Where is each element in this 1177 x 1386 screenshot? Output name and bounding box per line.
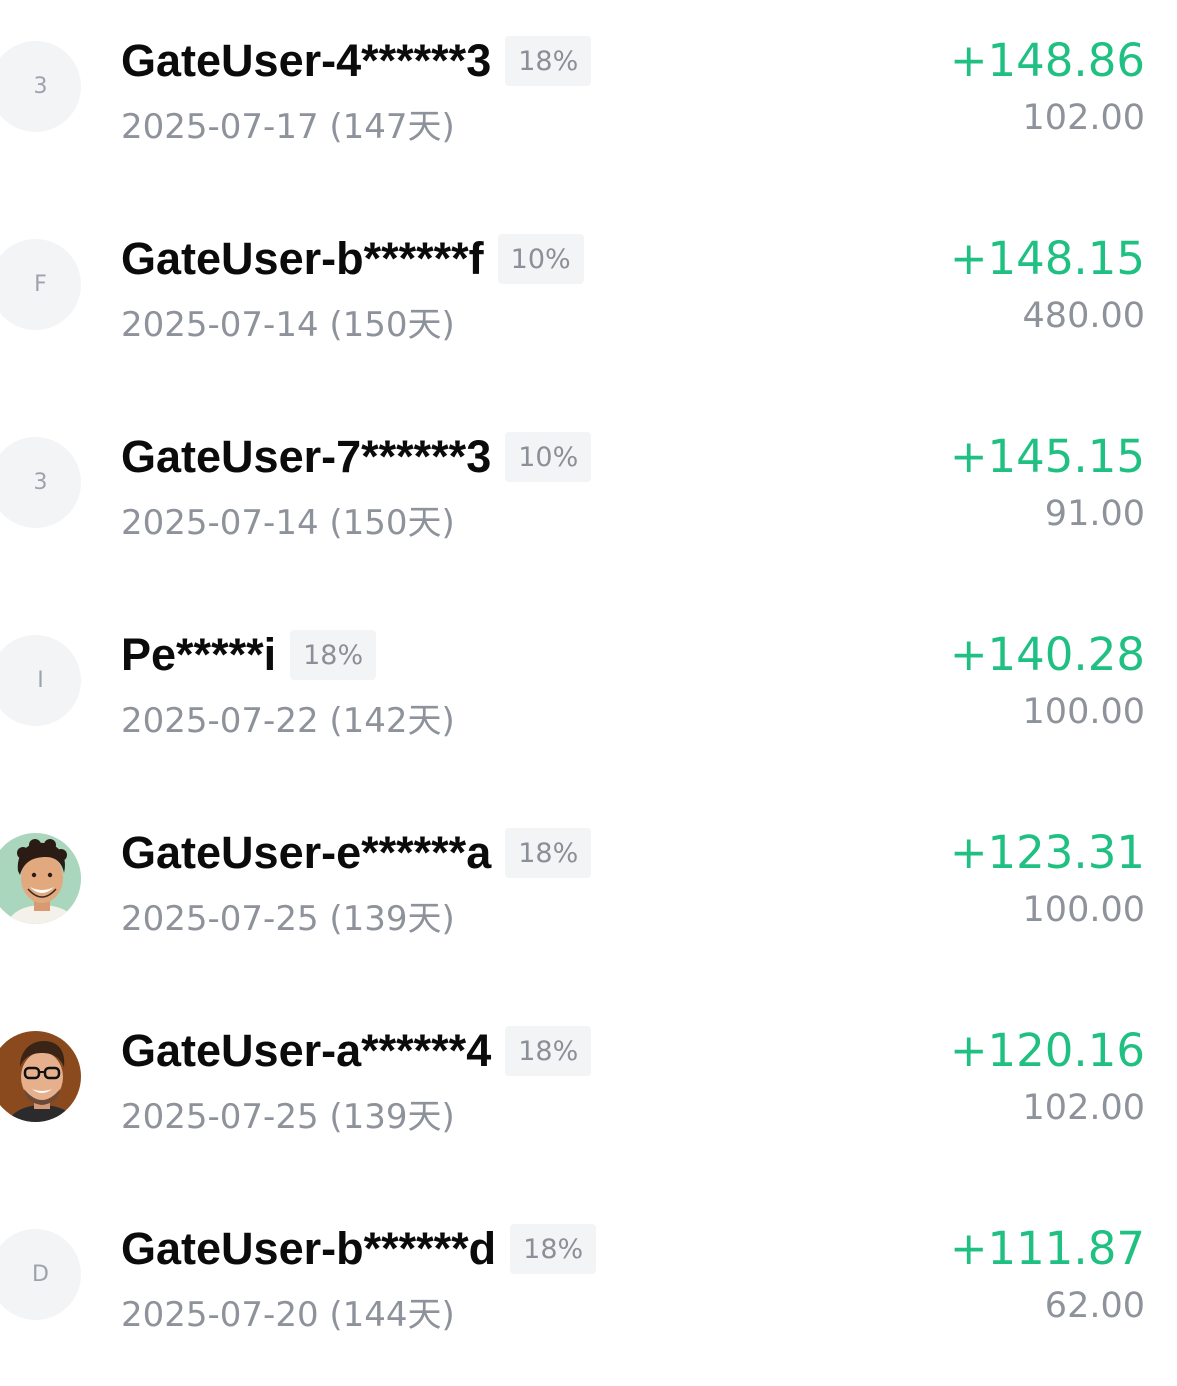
amount-value: 102.00 [1022, 98, 1145, 138]
user-name: GateUser-4******3 [121, 35, 492, 86]
list-item[interactable]: I Pe*****i 18% 2025-07-22 (142天) +140.28… [0, 594, 1177, 792]
follow-date: 2025-07-17 (147天) [121, 107, 455, 147]
name-line: Pe*****i 18% [121, 628, 377, 682]
user-name: GateUser-a******4 [121, 1025, 492, 1076]
name-line: GateUser-7******3 10% [121, 430, 592, 484]
percentage-badge: 18% [505, 36, 592, 86]
amount-value: 100.00 [1022, 890, 1145, 930]
smiling-man-glasses-avatar-icon [0, 1031, 81, 1122]
user-name: GateUser-b******d [121, 1223, 497, 1274]
amount-value: 62.00 [1044, 1286, 1145, 1326]
name-line: GateUser-4******3 18% [121, 34, 592, 88]
profit-value: +111.87 [949, 1222, 1145, 1275]
avatar-letter: F [34, 272, 47, 297]
profit-value: +120.16 [949, 1024, 1145, 1077]
percentage-badge: 18% [505, 1026, 592, 1076]
profit-value: +148.86 [949, 34, 1145, 87]
follow-date: 2025-07-25 (139天) [121, 899, 455, 939]
avatar: F [0, 239, 81, 330]
name-line: GateUser-e******a 18% [121, 826, 592, 880]
profit-value: +123.31 [949, 826, 1145, 879]
avatar-letter: D [32, 1262, 49, 1287]
avatar: D [0, 1229, 81, 1320]
percentage-badge: 10% [505, 432, 592, 482]
avatar [0, 1031, 81, 1122]
profit-value: +140.28 [949, 628, 1145, 681]
smiling-man-avatar-icon [0, 833, 81, 924]
list-item[interactable]: GateUser-e******a 18% 2025-07-25 (139天) … [0, 792, 1177, 990]
user-name: GateUser-b******f [121, 233, 484, 284]
percentage-badge: 18% [290, 630, 377, 680]
list-item[interactable]: F GateUser-b******f 10% 2025-07-14 (150天… [0, 198, 1177, 396]
avatar-letter: 3 [33, 470, 48, 495]
user-name: GateUser-e******a [121, 827, 492, 878]
avatar: 3 [0, 437, 81, 528]
name-line: GateUser-a******4 18% [121, 1024, 592, 1078]
list-item[interactable]: D GateUser-b******d 18% 2025-07-20 (144天… [0, 1188, 1177, 1386]
follow-date: 2025-07-20 (144天) [121, 1295, 455, 1335]
list-item[interactable]: 3 GateUser-4******3 18% 2025-07-17 (147天… [0, 0, 1177, 198]
follow-date: 2025-07-14 (150天) [121, 305, 455, 345]
profit-value: +148.15 [949, 232, 1145, 285]
list-item[interactable]: 3 GateUser-7******3 10% 2025-07-14 (150天… [0, 396, 1177, 594]
copy-trader-list: 3 GateUser-4******3 18% 2025-07-17 (147天… [0, 0, 1177, 1378]
profit-value: +145.15 [949, 430, 1145, 483]
avatar-letter: 3 [33, 74, 48, 99]
user-name: Pe*****i [121, 629, 277, 680]
amount-value: 480.00 [1022, 296, 1145, 336]
amount-value: 102.00 [1022, 1088, 1145, 1128]
user-name: GateUser-7******3 [121, 431, 492, 482]
follow-date: 2025-07-14 (150天) [121, 503, 455, 543]
amount-value: 91.00 [1044, 494, 1145, 534]
name-line: GateUser-b******f 10% [121, 232, 584, 286]
name-line: GateUser-b******d 18% [121, 1222, 597, 1276]
avatar [0, 833, 81, 924]
follow-date: 2025-07-22 (142天) [121, 701, 455, 741]
percentage-badge: 10% [497, 234, 584, 284]
avatar: 3 [0, 41, 81, 132]
follow-date: 2025-07-25 (139天) [121, 1097, 455, 1137]
percentage-badge: 18% [505, 828, 592, 878]
avatar: I [0, 635, 81, 726]
avatar-letter: I [37, 668, 44, 693]
list-item[interactable]: GateUser-a******4 18% 2025-07-25 (139天) … [0, 990, 1177, 1188]
amount-value: 100.00 [1022, 692, 1145, 732]
percentage-badge: 18% [510, 1224, 597, 1274]
